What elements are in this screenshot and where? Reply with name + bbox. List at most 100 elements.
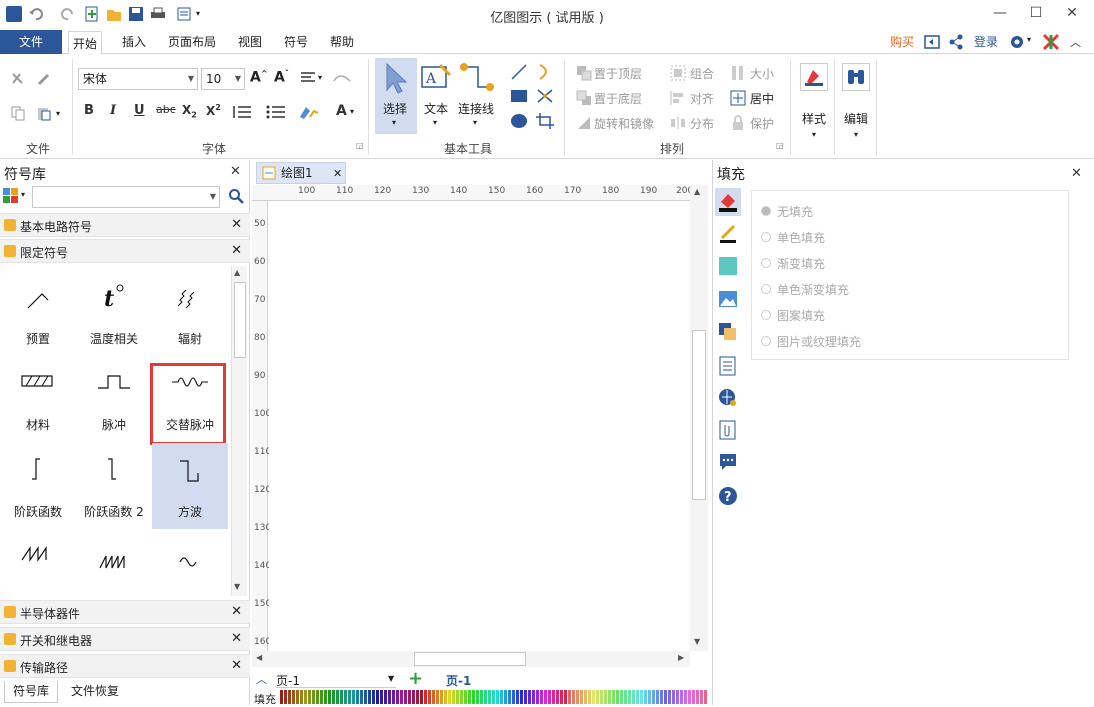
close-panel-icon[interactable]: ✕ <box>1071 166 1082 181</box>
color-swatch[interactable] <box>292 690 295 704</box>
option-solid-fill[interactable]: 单色填充 <box>777 229 825 246</box>
color-swatch[interactable] <box>568 690 571 704</box>
send-to-back-icon[interactable] <box>576 90 592 106</box>
close-category-icon[interactable]: ✕ <box>231 631 242 646</box>
color-swatch[interactable] <box>528 690 531 704</box>
color-swatch[interactable] <box>632 690 635 704</box>
superscript-icon[interactable]: X2 <box>206 103 221 118</box>
color-swatch[interactable] <box>300 690 303 704</box>
close-category-icon[interactable]: ✕ <box>231 243 242 258</box>
tab-file[interactable]: 文件 <box>0 30 62 54</box>
bring-to-front-icon[interactable] <box>576 65 592 81</box>
bring-to-front-label[interactable]: 置于顶层 <box>594 65 642 82</box>
color-swatch[interactable] <box>284 690 287 704</box>
scroll-thumb[interactable] <box>692 330 706 500</box>
shadow-tab-icon[interactable] <box>718 256 738 279</box>
connector-icon[interactable] <box>458 61 494 96</box>
arc-tool-icon[interactable] <box>536 63 554 84</box>
color-swatch[interactable] <box>408 690 411 704</box>
color-swatch[interactable] <box>340 690 343 704</box>
theme-icon[interactable] <box>1042 33 1060 54</box>
text-tool-dropdown-icon[interactable]: ▾ <box>433 118 437 127</box>
scroll-right-icon[interactable]: ▶ <box>678 653 684 662</box>
add-page-icon[interactable]: + <box>408 668 423 689</box>
category-qualifying-symbols[interactable]: 限定符号 ✕ <box>0 239 250 263</box>
font-color-dropdown-icon[interactable]: ▾ <box>350 107 354 116</box>
document-tab-icon[interactable] <box>719 356 737 379</box>
line-spacing-icon[interactable] <box>332 71 352 88</box>
edit-label[interactable]: 编辑 <box>844 110 868 127</box>
color-swatch[interactable] <box>628 690 631 704</box>
color-swatch[interactable] <box>588 690 591 704</box>
drawing-canvas[interactable] <box>269 202 689 650</box>
scroll-left-icon[interactable]: ◀ <box>256 653 262 662</box>
layer-tab-icon[interactable] <box>718 322 738 345</box>
category-transmission-path[interactable]: 传输路径 ✕ <box>0 654 250 678</box>
color-swatch[interactable] <box>384 690 387 704</box>
minimize-button[interactable]: — <box>985 3 1015 23</box>
color-swatch[interactable] <box>596 690 599 704</box>
color-swatch[interactable] <box>364 690 367 704</box>
tab-symbols[interactable]: 符号 <box>280 30 312 54</box>
hyperlink-tab-icon[interactable] <box>718 388 738 411</box>
bullet-list-icon[interactable] <box>266 105 286 122</box>
indent-icon[interactable] <box>232 105 252 122</box>
ellipse-tool-icon[interactable] <box>510 113 528 132</box>
distribute-label[interactable]: 分布 <box>690 115 714 132</box>
align-icon[interactable] <box>670 90 686 106</box>
style-icon[interactable] <box>800 63 828 91</box>
color-swatch[interactable] <box>400 690 403 704</box>
symbol-pulse[interactable]: 脉冲 <box>76 356 152 442</box>
color-swatch[interactable] <box>492 690 495 704</box>
color-swatch[interactable] <box>468 690 471 704</box>
radio-gradient-fill[interactable] <box>761 258 771 268</box>
color-swatch[interactable] <box>504 690 507 704</box>
horizontal-scrollbar[interactable]: ◀ ▶ <box>252 651 690 667</box>
color-swatch[interactable] <box>316 690 319 704</box>
lock-icon[interactable] <box>730 115 746 131</box>
symbol-search-input[interactable]: ▼ <box>32 186 220 208</box>
radio-single-gradient-fill[interactable] <box>761 284 771 294</box>
style-label[interactable]: 样式 <box>802 110 826 127</box>
copy-icon[interactable] <box>10 105 26 121</box>
close-document-icon[interactable]: ✕ <box>333 164 342 184</box>
color-swatch[interactable] <box>428 690 431 704</box>
collapse-ribbon-icon[interactable]: ︿ <box>1070 34 1081 50</box>
color-swatch[interactable] <box>420 690 423 704</box>
group-icon[interactable] <box>670 65 686 81</box>
option-no-fill[interactable]: 无填充 <box>777 203 813 220</box>
color-swatch[interactable] <box>392 690 395 704</box>
color-swatch[interactable] <box>672 690 675 704</box>
color-swatch[interactable] <box>680 690 683 704</box>
buy-link[interactable]: 购买 <box>886 30 918 54</box>
library-icon[interactable] <box>2 187 20 208</box>
text-align-icon[interactable] <box>300 71 316 88</box>
binoculars-icon[interactable] <box>842 63 870 91</box>
distribute-icon[interactable] <box>670 115 686 131</box>
color-swatch[interactable] <box>436 690 439 704</box>
color-swatch[interactable] <box>288 690 291 704</box>
color-swatch[interactable] <box>328 690 331 704</box>
line-tab-icon[interactable] <box>718 222 738 247</box>
font-dialog-launcher-icon[interactable]: ◲ <box>356 141 364 150</box>
text-align-dropdown-icon[interactable]: ▾ <box>318 73 322 82</box>
tab-symbol-library[interactable]: 符号库 <box>4 681 58 703</box>
color-swatch[interactable] <box>700 690 703 704</box>
highlight-icon[interactable] <box>298 105 320 122</box>
radio-picture-fill[interactable] <box>761 336 771 346</box>
size-icon[interactable] <box>730 65 746 81</box>
color-swatch[interactable] <box>304 690 307 704</box>
color-swatch[interactable] <box>604 690 607 704</box>
color-swatch[interactable] <box>312 690 315 704</box>
scroll-down-icon[interactable]: ▼ <box>234 582 240 591</box>
vertical-scrollbar[interactable]: ▲ ▼ <box>690 185 708 651</box>
color-swatch[interactable] <box>332 690 335 704</box>
color-swatch[interactable] <box>548 690 551 704</box>
color-swatch[interactable] <box>580 690 583 704</box>
rotate-icon[interactable] <box>576 115 592 131</box>
color-swatch[interactable] <box>544 690 547 704</box>
color-swatch[interactable] <box>444 690 447 704</box>
rotate-label[interactable]: 旋转和镜像 <box>594 115 654 132</box>
symbol-temperature[interactable]: t 温度相关 <box>76 270 152 356</box>
category-basic-circuit[interactable]: 基本电路符号 ✕ <box>0 213 250 237</box>
